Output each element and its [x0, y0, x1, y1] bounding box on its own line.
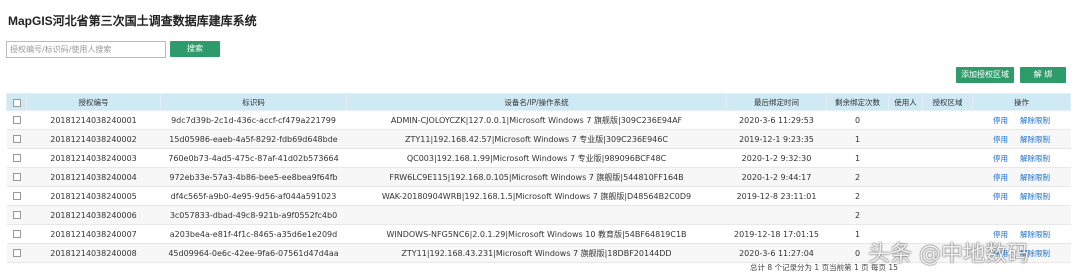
cell-region — [922, 129, 973, 149]
table-row: 20181214038240004 972eb33e-57a3-4b86-bee5… — [6, 167, 1071, 187]
watermark: 头条 @中地数码 — [868, 242, 1029, 267]
column-header-region[interactable]: 授权区域 — [922, 93, 973, 111]
cell-region — [922, 205, 973, 225]
cell-auth-id: 20181214038240003 — [26, 148, 161, 168]
add-authorization-region-button[interactable]: 添加授权区域 — [956, 67, 1014, 83]
cell-device: QC003|192.168.1.99|Microsoft Windows 7 专… — [346, 148, 727, 168]
cell-last-bind-time: 2020-1-2 9:44:17 — [726, 167, 827, 187]
cell-last-bind-time: 2020-3-6 11:27:04 — [726, 243, 827, 263]
disable-link[interactable]: 停用 — [993, 192, 1008, 201]
column-header-code[interactable]: 标识码 — [160, 93, 347, 111]
cell-device: ZTY11|192.168.42.57|Microsoft Windows 7 … — [346, 129, 727, 149]
column-header-last-bind-time[interactable]: 最后绑定时间 — [726, 93, 827, 111]
cell-device — [346, 205, 727, 225]
cell-auth-id: 20181214038240005 — [26, 186, 161, 206]
cell-auth-id: 20181214038240007 — [26, 224, 161, 244]
cell-user — [888, 110, 923, 130]
cell-auth-id: 20181214038240001 — [26, 110, 161, 130]
cell-device: WINDOWS-NFG5NC6|2.0.1.29|Microsoft Windo… — [346, 224, 727, 244]
cell-user — [888, 148, 923, 168]
cell-device: ADMIN-CJOLOYCZK|127.0.0.1|Microsoft Wind… — [346, 110, 727, 130]
cell-actions: 停用 解除限制 — [972, 148, 1071, 168]
cell-last-bind-time: 2019-12-1 9:23:35 — [726, 129, 827, 149]
table-row: 20181214038240005 df4c565f-a9b0-4e95-9d56… — [6, 186, 1071, 206]
cell-code: a203be4a-e81f-4f1c-8465-a35d6e1e209d — [160, 224, 347, 244]
table-row: 20181214038240006 3c057833-dbad-49c8-921b… — [6, 205, 1071, 225]
cell-code: 3c057833-dbad-49c8-921b-a9f0552fc4b0 — [160, 205, 347, 225]
cell-code: 15d05986-eaeb-4a5f-8292-fdb69d648bde — [160, 129, 347, 149]
cell-code: 9dc7d39b-2c1d-436c-accf-cf479a221799 — [160, 110, 347, 130]
cell-user — [888, 167, 923, 187]
row-checkbox[interactable] — [6, 110, 27, 130]
cell-user — [888, 129, 923, 149]
row-checkbox[interactable] — [6, 186, 27, 206]
cell-remaining-binds: 1 — [826, 129, 889, 149]
cell-auth-id: 20181214038240004 — [26, 167, 161, 187]
cell-actions — [972, 205, 1071, 225]
cell-region — [922, 110, 973, 130]
row-checkbox[interactable] — [6, 167, 27, 187]
cell-last-bind-time — [726, 205, 827, 225]
table-header-row: 授权编号 标识码 设备名/IP/操作系统 最后绑定时间 剩余绑定次数 使用人 授… — [6, 93, 1071, 111]
table-row: 20181214038240001 9dc7d39b-2c1d-436c-accf… — [6, 110, 1071, 130]
cell-auth-id: 20181214038240008 — [26, 243, 161, 263]
table-row: 20181214038240002 15d05986-eaeb-4a5f-8292… — [6, 129, 1071, 149]
disable-link[interactable]: 停用 — [993, 154, 1008, 163]
remove-limit-link[interactable]: 解除限制 — [1020, 173, 1050, 182]
cell-auth-id: 20181214038240002 — [26, 129, 161, 149]
cell-remaining-binds: 0 — [826, 110, 889, 130]
cell-actions: 停用 解除限制 — [972, 186, 1071, 206]
table-row: 20181214038240003 760e0b73-4ad5-475c-87af… — [6, 148, 1071, 168]
cell-device: FRW6LC9E115|192.168.0.105|Microsoft Wind… — [346, 167, 727, 187]
cell-device: ZTY11|192.168.43.231|Microsoft Windows 7… — [346, 243, 727, 263]
cell-code: 45d09964-0e6c-42ee-9fa6-07561d47d4aa — [160, 243, 347, 263]
cell-user — [888, 205, 923, 225]
remove-limit-link[interactable]: 解除限制 — [1020, 116, 1050, 125]
cell-remaining-binds: 2 — [826, 186, 889, 206]
row-checkbox[interactable] — [6, 224, 27, 244]
cell-actions: 停用 解除限制 — [972, 129, 1071, 149]
unbind-button[interactable]: 解 绑 — [1020, 67, 1066, 83]
cell-actions: 停用 解除限制 — [972, 167, 1071, 187]
cell-last-bind-time: 2019-12-8 23:11:01 — [726, 186, 827, 206]
column-header-user[interactable]: 使用人 — [888, 93, 923, 111]
cell-auth-id: 20181214038240006 — [26, 205, 161, 225]
cell-region — [922, 167, 973, 187]
remove-limit-link[interactable]: 解除限制 — [1020, 154, 1050, 163]
search-button[interactable]: 搜索 — [170, 41, 220, 57]
cell-last-bind-time: 2020-1-2 9:32:30 — [726, 148, 827, 168]
column-header-device[interactable]: 设备名/IP/操作系统 — [346, 93, 727, 111]
disable-link[interactable]: 停用 — [993, 135, 1008, 144]
cell-last-bind-time: 2020-3-6 11:29:53 — [726, 110, 827, 130]
cell-code: df4c565f-a9b0-4e95-9d56-af044a591023 — [160, 186, 347, 206]
row-checkbox[interactable] — [6, 243, 27, 263]
cell-code: 760e0b73-4ad5-475c-87af-41d02b573664 — [160, 148, 347, 168]
row-checkbox[interactable] — [6, 129, 27, 149]
cell-region — [922, 148, 973, 168]
column-header-actions: 操作 — [972, 93, 1071, 111]
disable-link[interactable]: 停用 — [993, 116, 1008, 125]
remove-limit-link[interactable]: 解除限制 — [1020, 135, 1050, 144]
cell-region — [922, 186, 973, 206]
cell-user — [888, 186, 923, 206]
cell-code: 972eb33e-57a3-4b86-bee5-ee8bea9f64fb — [160, 167, 347, 187]
select-all-checkbox[interactable] — [6, 93, 27, 111]
cell-device: WAK-20180904WRB|192.168.1.5|Microsoft Wi… — [346, 186, 727, 206]
cell-remaining-binds: 2 — [826, 167, 889, 187]
cell-remaining-binds: 1 — [826, 148, 889, 168]
cell-remaining-binds: 2 — [826, 205, 889, 225]
row-checkbox[interactable] — [6, 148, 27, 168]
disable-link[interactable]: 停用 — [993, 173, 1008, 182]
row-checkbox[interactable] — [6, 205, 27, 225]
remove-limit-link[interactable]: 解除限制 — [1020, 192, 1050, 201]
cell-actions: 停用 解除限制 — [972, 110, 1071, 130]
column-header-remaining-binds[interactable]: 剩余绑定次数 — [826, 93, 889, 111]
cell-last-bind-time: 2019-12-18 17:01:15 — [726, 224, 827, 244]
search-input[interactable] — [6, 41, 166, 58]
app-title: MapGIS河北省第三次国土调查数据库建库系统 — [8, 14, 257, 28]
column-header-auth-id[interactable]: 授权编号 — [26, 93, 161, 111]
